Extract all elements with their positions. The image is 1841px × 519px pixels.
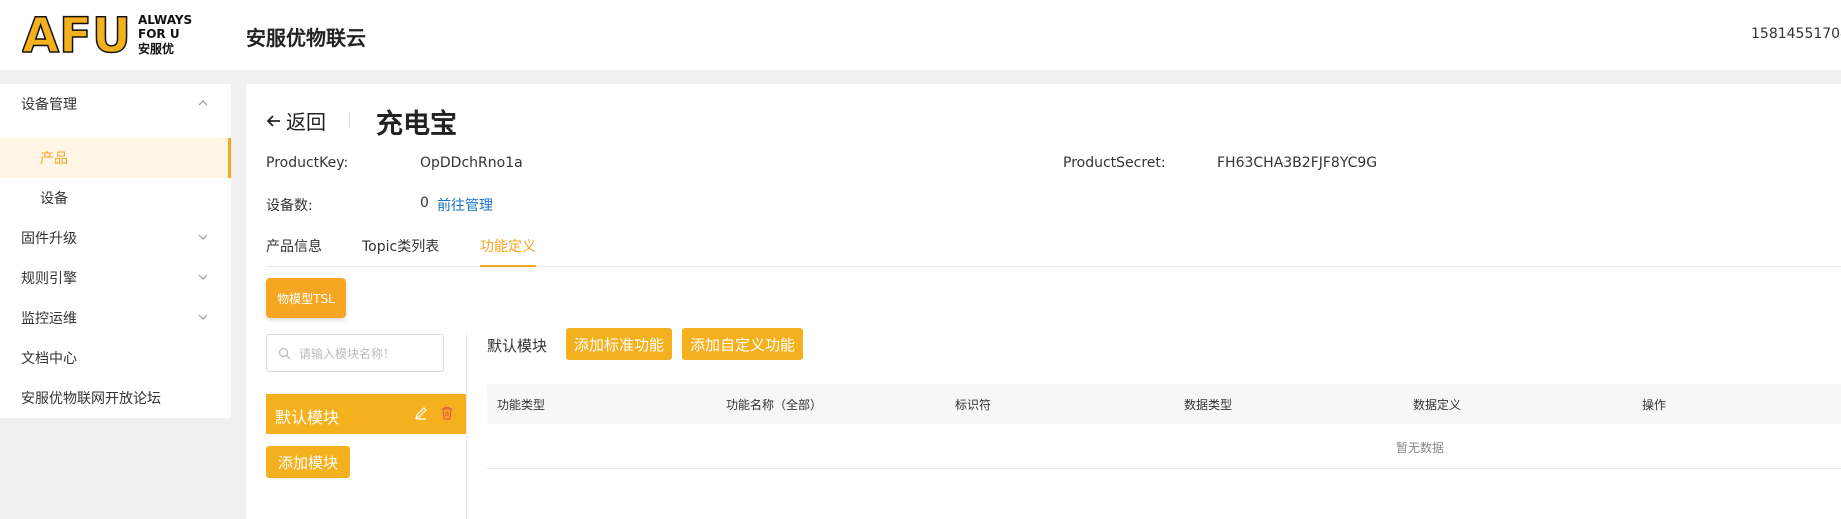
user-phone[interactable]: 15814551704 [1751, 26, 1841, 42]
page-title: 充电宝 [376, 109, 457, 140]
sidebar-item-forum[interactable]: 安服优物联网开放论坛 [0, 378, 231, 418]
add-custom-function-button[interactable]: 添加自定义功能 [682, 328, 804, 360]
brand-title: 安服优物联云 [246, 26, 366, 50]
tab-topic-list[interactable]: Topic类列表 [362, 236, 439, 266]
back-button[interactable]: 返回 [266, 106, 326, 135]
tab-product-info[interactable]: 产品信息 [266, 236, 322, 266]
sidebar-item-label: 产品 [40, 151, 68, 167]
sidebar-filler [0, 418, 231, 519]
panel-divider [466, 334, 467, 519]
afu-logo[interactable]: AFU ALWAYS FOR U 安服优 [22, 8, 212, 62]
module-search[interactable] [266, 334, 444, 372]
title-divider [349, 112, 350, 128]
sidebar-item-label: 文档中心 [21, 351, 77, 367]
product-key-label: ProductKey: [266, 155, 349, 171]
main-panel: 返回 充电宝 ProductKey: OpDDchRno1a ProductSe… [246, 84, 1841, 519]
tab-function-definition[interactable]: 功能定义 [480, 236, 536, 267]
device-count-label: 设备数: [266, 198, 313, 214]
logo-cn: 安服优 [138, 41, 174, 56]
table-empty-row: 暂无数据 [487, 424, 1841, 469]
chevron-down-icon [198, 234, 208, 240]
add-standard-function-button[interactable]: 添加标准功能 [566, 328, 673, 360]
chevron-down-icon [198, 274, 208, 280]
function-table: 功能类型 功能名称（全部） 标识符 数据类型 数据定义 操作 暂无数据 [487, 384, 1841, 484]
device-count-value: 0 [420, 195, 429, 211]
chevron-up-icon [198, 100, 208, 106]
add-module-button[interactable]: 添加模块 [266, 446, 350, 478]
module-search-input[interactable] [297, 343, 441, 365]
logo-tagline-1: ALWAYS [138, 13, 192, 27]
logo-tagline-2: FOR U [138, 27, 180, 41]
sidebar-item-docs[interactable]: 文档中心 [0, 338, 231, 378]
sidebar-item-label: 固件升级 [21, 231, 77, 247]
sidebar-item-label: 安服优物联网开放论坛 [21, 391, 161, 407]
chevron-down-icon [198, 314, 208, 320]
edit-icon[interactable] [414, 406, 428, 420]
sidebar-item-monitoring[interactable]: 监控运维 [0, 298, 231, 338]
module-item-label: 默认模块 [275, 408, 340, 427]
empty-text: 暂无数据 [1396, 441, 1445, 455]
arrow-left-icon [266, 114, 280, 127]
sidebar-item-label: 规则引擎 [21, 271, 77, 287]
back-label: 返回 [286, 110, 326, 134]
product-secret-label: ProductSecret: [1063, 155, 1166, 171]
logo-text: AFU [22, 8, 131, 62]
sidebar-item-label: 设备 [40, 191, 68, 207]
column-header[interactable]: 功能名称（全部） [726, 396, 822, 413]
sidebar-item-label: 设备管理 [21, 97, 77, 113]
top-header: AFU ALWAYS FOR U 安服优 安服优物联云 15814551704 [0, 0, 1841, 70]
column-header: 操作 [1642, 398, 1667, 412]
column-header: 功能类型 [497, 398, 546, 412]
sidebar-item-device-management[interactable]: 设备管理 [0, 84, 231, 124]
product-key-value: OpDDchRno1a [420, 155, 523, 171]
column-header: 数据定义 [1413, 398, 1462, 412]
column-header: 数据类型 [1184, 398, 1233, 412]
search-icon [278, 347, 291, 360]
sidebar-item-device[interactable]: 设备 [0, 178, 231, 218]
delete-icon[interactable] [440, 406, 454, 420]
module-item-default[interactable]: 默认模块 [266, 394, 466, 434]
table-header: 功能类型 功能名称（全部） 标识符 数据类型 数据定义 操作 [487, 384, 1841, 424]
sidebar-item-rule-engine[interactable]: 规则引擎 [0, 258, 231, 298]
sidebar-item-firmware[interactable]: 固件升级 [0, 218, 231, 258]
sidebar-item-product[interactable]: 产品 [0, 138, 231, 178]
sidebar: 设备管理 产品 设备 固件升级 规则引擎 监控运维 文档中心 安服优物联网开放论… [0, 84, 231, 519]
tab-bar: 产品信息 Topic类列表 功能定义 [266, 236, 1841, 267]
column-header: 标识符 [955, 398, 992, 412]
tsl-button[interactable]: 物模型TSL [266, 278, 346, 318]
sidebar-item-label: 监控运维 [21, 311, 77, 327]
device-manage-link[interactable]: 前往管理 [437, 195, 493, 215]
product-secret-value: FH63CHA3B2FJF8YC9G [1217, 155, 1378, 171]
module-heading: 默认模块 [487, 337, 548, 355]
